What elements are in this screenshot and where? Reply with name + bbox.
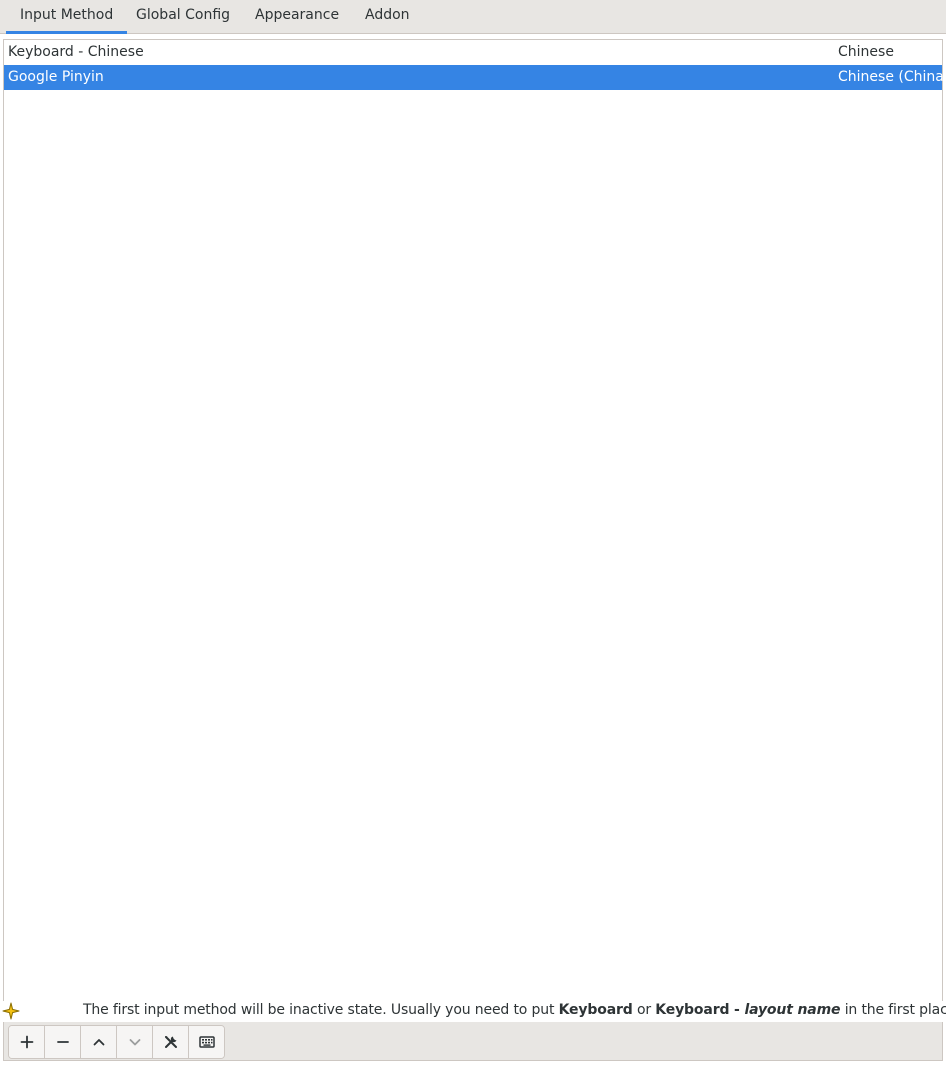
input-method-name: Keyboard - Chinese xyxy=(8,44,144,60)
chevron-down-icon xyxy=(129,1039,140,1046)
configure-button[interactable] xyxy=(153,1026,189,1058)
move-up-button[interactable] xyxy=(81,1026,117,1058)
remove-button[interactable] xyxy=(45,1026,81,1058)
keyboard-layout-button[interactable] xyxy=(189,1026,224,1058)
input-method-list[interactable]: Keyboard - Chinese Chinese Google Pinyin… xyxy=(3,39,946,1002)
sparkle-icon xyxy=(2,1002,20,1020)
hint-bar: The first input method will be inactive … xyxy=(0,1001,946,1022)
tab-bar: Input Method Global Config Appearance Ad… xyxy=(0,0,946,34)
list-item[interactable]: Keyboard - Chinese Chinese xyxy=(4,40,942,65)
tab-addon[interactable]: Addon xyxy=(363,0,412,31)
tab-input-method[interactable]: Input Method xyxy=(6,0,128,34)
input-method-name: Google Pinyin xyxy=(8,69,104,85)
input-method-language: Chinese xyxy=(838,44,894,60)
tab-global-config[interactable]: Global Config xyxy=(134,0,232,31)
add-button[interactable] xyxy=(9,1026,45,1058)
chevron-up-icon xyxy=(93,1039,104,1046)
input-method-language: Chinese (China) xyxy=(838,69,946,85)
add-icon xyxy=(20,1035,33,1049)
configure-icon xyxy=(164,1036,177,1048)
keyboard-icon xyxy=(198,1036,215,1048)
toolbar-button-group xyxy=(8,1025,225,1059)
hint-text: The first input method will be inactive … xyxy=(83,1002,946,1018)
tab-appearance[interactable]: Appearance xyxy=(253,0,341,31)
bottom-toolbar xyxy=(3,1022,943,1061)
list-item-selected[interactable]: Google Pinyin Chinese (China) xyxy=(4,65,946,90)
move-down-button[interactable] xyxy=(117,1026,153,1058)
remove-icon xyxy=(56,1041,69,1043)
